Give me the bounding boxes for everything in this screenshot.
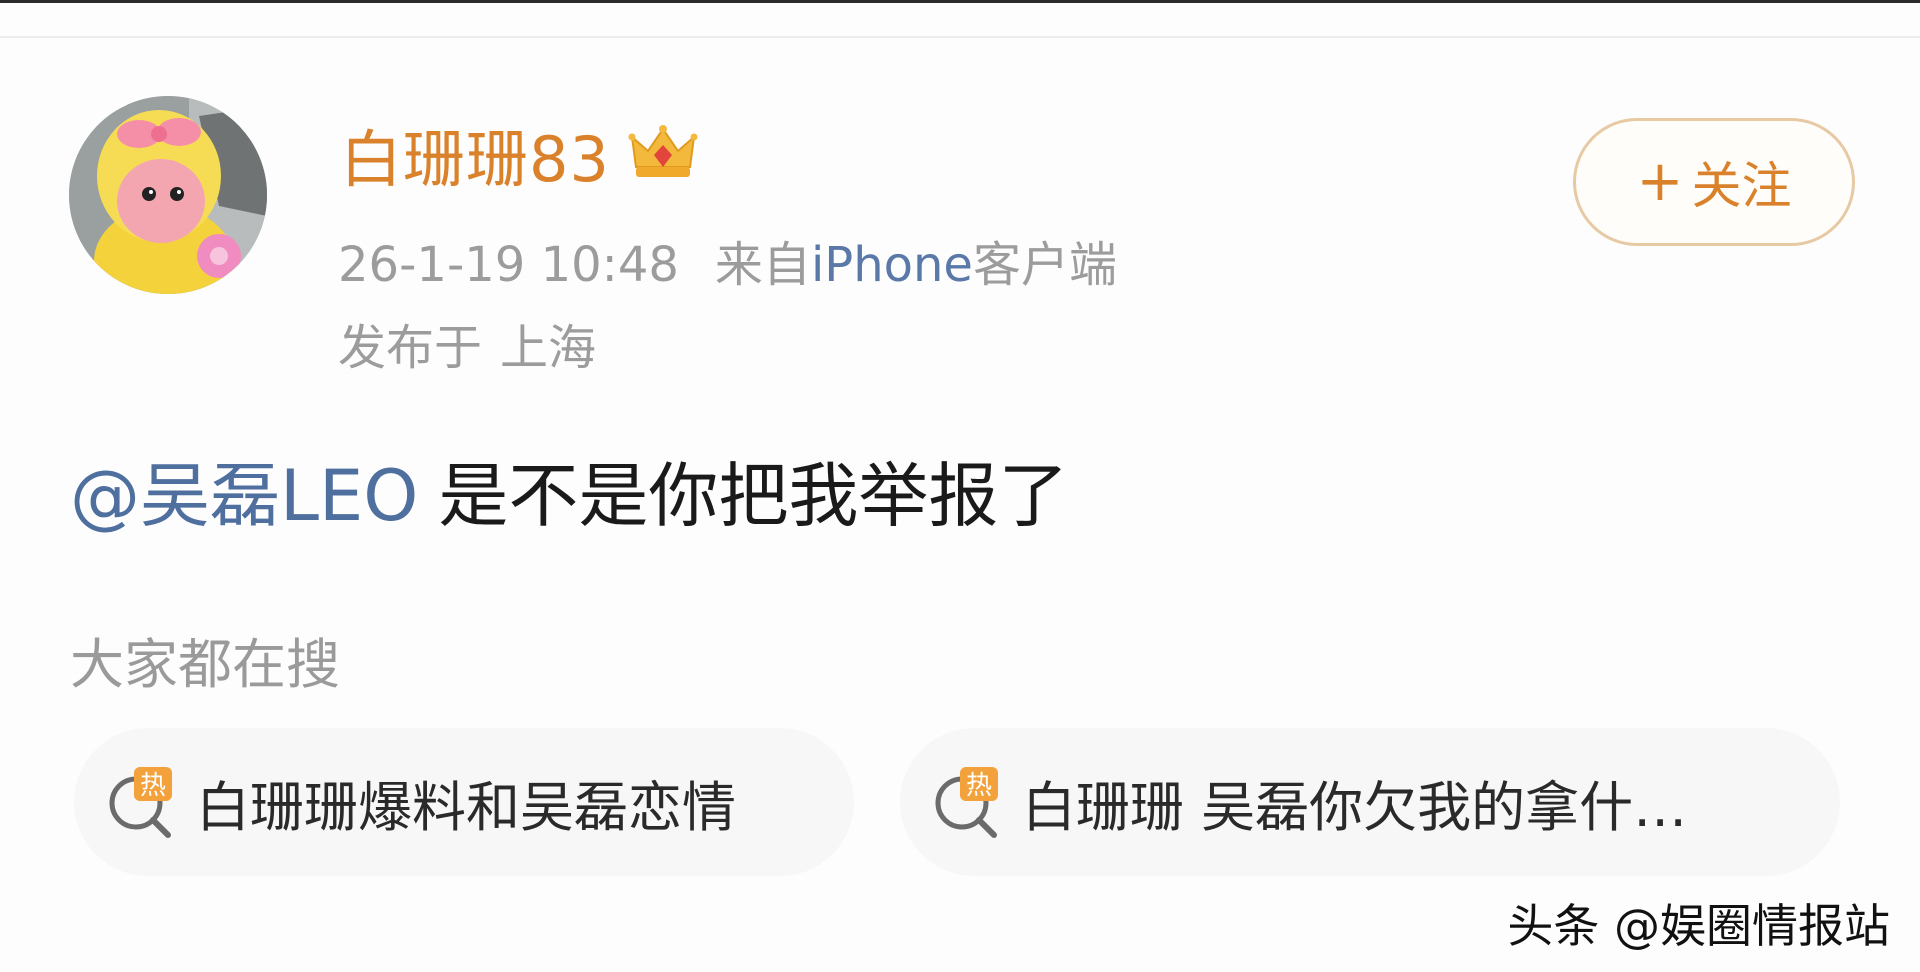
top-divider xyxy=(0,36,1920,38)
source-brand[interactable]: iPhone xyxy=(811,237,973,293)
username-row[interactable]: 白珊珊83 xyxy=(340,114,698,196)
crown-icon xyxy=(628,119,698,189)
avatar-image xyxy=(69,96,267,294)
trending-chip[interactable]: 热 白珊珊 吴磊你欠我的拿什… xyxy=(900,728,1840,876)
avatar[interactable] xyxy=(69,96,267,294)
follow-button[interactable]: + 关注 xyxy=(1573,118,1855,246)
trending-title: 大家都在搜 xyxy=(70,633,340,696)
trending-chip[interactable]: 热 白珊珊爆料和吴磊恋情 xyxy=(74,728,854,876)
post-timestamp: 26-1-19 10:48 xyxy=(338,237,679,293)
location-value: 上海 xyxy=(500,320,597,376)
plus-icon: + xyxy=(1636,149,1684,214)
username[interactable]: 白珊珊83 xyxy=(340,109,610,199)
source-prefix: 来自 xyxy=(714,237,811,293)
location-label: 发布于 xyxy=(338,320,483,376)
post-content: @吴磊LEO 是不是你把我举报了 xyxy=(70,440,1068,541)
trending-chip-label: 白珊珊 吴磊你欠我的拿什… xyxy=(1022,775,1688,839)
trending-chip-label: 白珊珊爆料和吴磊恋情 xyxy=(196,775,736,839)
top-bar xyxy=(0,0,1920,3)
source-suffix: 客户端 xyxy=(972,237,1117,293)
hot-search-icon: 热 xyxy=(104,763,182,841)
hot-search-icon: 热 xyxy=(930,763,1008,841)
post-text: 是不是你把我举报了 xyxy=(438,455,1069,537)
post-location: 发布于 上海 xyxy=(338,308,596,378)
mention-link[interactable]: @吴磊LEO xyxy=(70,455,418,537)
follow-label: 关注 xyxy=(1691,157,1792,215)
weibo-post-screen: 白珊珊83 26-1-19 10:48 来自iPhone客户端 发布于 上海 + 关… xyxy=(0,0,1920,972)
post-meta: 26-1-19 10:48 来自iPhone客户端 xyxy=(338,225,1117,295)
hot-label: 热 xyxy=(140,771,166,801)
hot-label: 热 xyxy=(966,771,992,801)
watermark: 头条 @娱圈情报站 xyxy=(1507,899,1890,953)
